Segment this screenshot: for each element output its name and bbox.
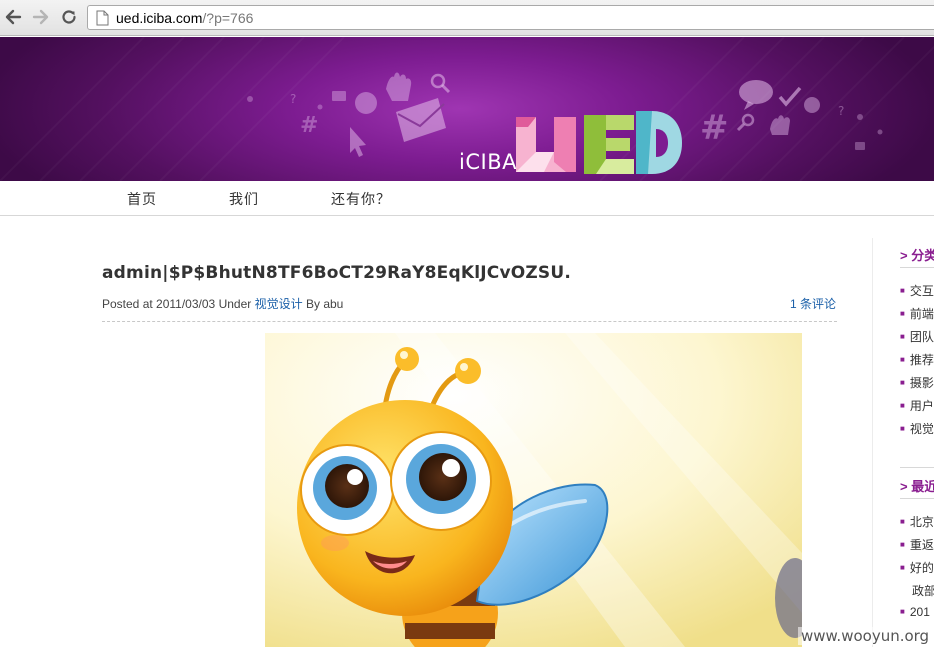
sidebar-recent-title: > 最近	[900, 479, 934, 494]
hand-icon	[386, 72, 412, 101]
forward-arrow-icon[interactable]	[31, 7, 51, 27]
sidebar-recent-item[interactable]: ■ 201	[900, 605, 930, 619]
bullet-icon: ■	[900, 401, 905, 410]
sidebar-category-item[interactable]: ■ 摄影	[900, 374, 934, 391]
sidebar-category-item[interactable]: ■ 推荐	[900, 351, 934, 368]
posted-at-label: Posted at	[102, 297, 153, 311]
sidebar-recent-item[interactable]: ■ 北京	[900, 513, 934, 530]
bullet-icon: ■	[900, 540, 905, 549]
nav-item-about[interactable]: 我们	[229, 189, 259, 209]
browser-toolbar: ued.iciba.com/?p=766	[0, 0, 934, 36]
sidebar-categories-title: > 分类	[900, 248, 934, 263]
nav-item-home[interactable]: 首页	[127, 189, 157, 209]
chevron-right-icon: >	[900, 479, 912, 494]
sidebar-category-item[interactable]: ■ 交互	[900, 282, 934, 299]
watermark: www.wooyun.org	[798, 627, 933, 645]
sidebar-head-divider	[900, 498, 934, 499]
bullet-icon: ■	[900, 332, 905, 341]
site-banner: # ? # ? iCIBA	[0, 37, 934, 181]
under-label: Under	[218, 297, 252, 311]
sidebar-recent-item[interactable]: ■ 重返	[900, 536, 934, 553]
sidebar-divider	[872, 238, 873, 647]
bullet-icon: ■	[900, 517, 905, 526]
sidebar-head-divider	[900, 467, 934, 468]
sidebar-head-divider	[900, 267, 934, 268]
reload-icon[interactable]	[59, 7, 79, 27]
back-arrow-icon[interactable]	[3, 7, 23, 27]
globe-icon	[355, 92, 377, 114]
main-nav: 首页 我们 还有你？	[0, 181, 934, 216]
post-date: 2011/03/03	[156, 297, 216, 311]
meta-divider	[102, 321, 837, 322]
cursor-icon	[350, 127, 366, 157]
envelope-icon	[396, 98, 446, 142]
brand-text: iCIBA	[459, 150, 517, 174]
by-label: By	[305, 297, 320, 311]
sidebar-category-item[interactable]: ■ 团队	[900, 328, 934, 345]
sidebar-recent-item-continued[interactable]: 政部	[912, 582, 934, 599]
bullet-icon: ■	[900, 378, 905, 387]
post-image-bee	[265, 333, 802, 647]
page-icon	[96, 10, 109, 31]
bullet-icon: ■	[900, 309, 905, 318]
sidebar-category-item[interactable]: ■ 视觉	[900, 420, 934, 437]
bullet-icon: ■	[900, 286, 905, 295]
svg-text:?: ?	[838, 104, 844, 118]
svg-text:?: ?	[290, 92, 296, 106]
post-author: abu	[323, 297, 344, 311]
chevron-right-icon: >	[900, 248, 912, 263]
bullet-icon: ■	[900, 424, 905, 433]
speech-bubble-icon	[739, 80, 773, 104]
bullet-icon: ■	[900, 607, 905, 616]
bullet-icon: ■	[900, 563, 905, 572]
url-text: ued.iciba.com/?p=766	[116, 10, 254, 26]
checkmark-icon	[778, 86, 802, 107]
category-link[interactable]: 视觉设计	[255, 297, 303, 311]
bullet-icon: ■	[900, 355, 905, 364]
comments-link[interactable]: 1 条评论	[790, 295, 836, 312]
svg-text:#: #	[300, 113, 318, 138]
post-title[interactable]: admin|$P$BhutN8TF6BoCT29RaY8EqKlJCvOZSU.	[102, 263, 571, 283]
address-bar[interactable]: ued.iciba.com/?p=766	[87, 5, 934, 30]
sidebar-recent-item[interactable]: ■ 好的	[900, 559, 934, 576]
ued-logo	[516, 111, 682, 174]
svg-text:#: #	[700, 108, 729, 148]
post-meta: Posted at 2011/03/03 Under 视觉设计 By abu	[102, 295, 343, 312]
sidebar-category-item[interactable]: ■ 前端	[900, 305, 934, 322]
nav-item-join[interactable]: 还有你？	[331, 189, 391, 209]
sidebar-category-item[interactable]: ■ 用户	[900, 397, 934, 414]
